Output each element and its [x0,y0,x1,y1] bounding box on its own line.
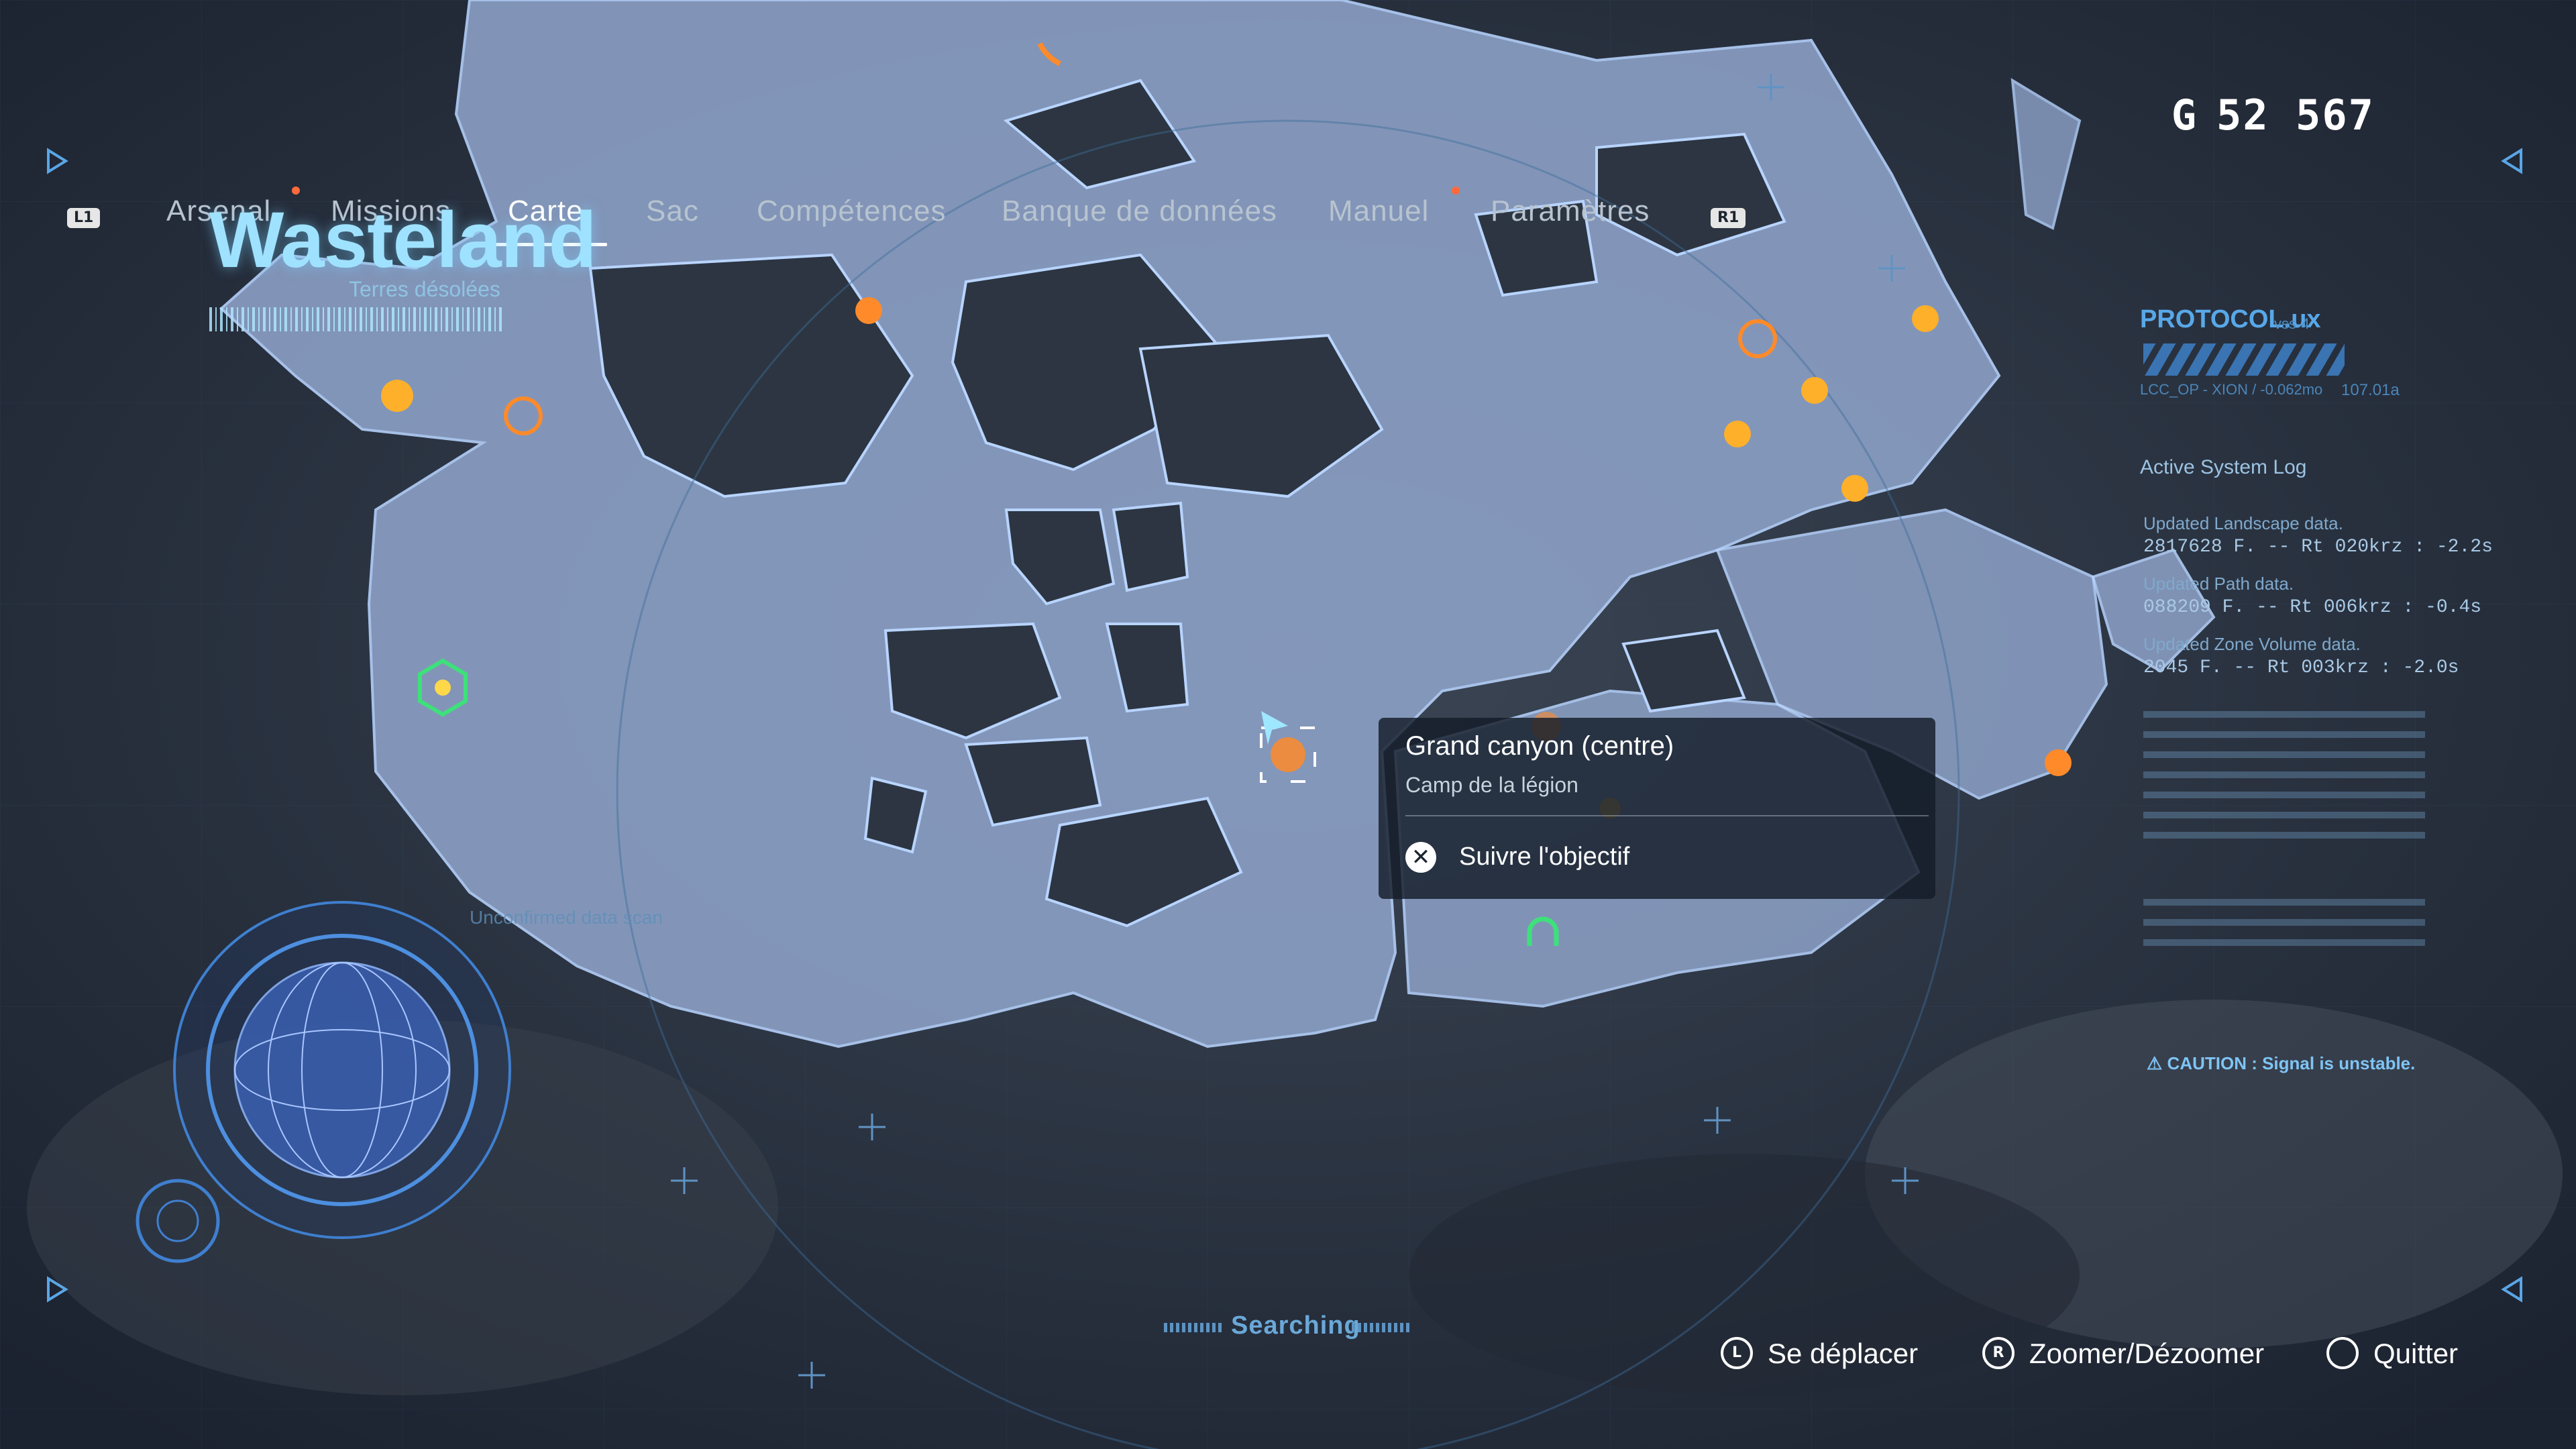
protocol-meta-value: 107.01a [2341,381,2400,399]
tab-parametres[interactable]: Paramètres [1491,195,1650,228]
tab-sac[interactable]: Sac [646,195,699,228]
log-noise-line [2143,792,2425,798]
track-objective-label: Suivre l'objectif [1459,843,1630,871]
location-title: Grand canyon (centre) [1405,731,1674,761]
currency-amount: 52 567 [2216,91,2375,140]
log-entry-value: 2045 F. -- Rt 003krz : -2.0s [2143,657,2459,678]
notification-dot [1452,186,1460,195]
currency-display: G 52 567 [2171,91,2375,140]
log-noise-line [2143,919,2425,926]
log-noise-line [2143,731,2425,738]
notification-dot [292,186,300,195]
caution-text: CAUTION : Signal is unstable. [2167,1053,2416,1073]
l1-button-hint: L1 [67,208,101,228]
item-icon [1841,475,1868,502]
left-stick-icon: L [1721,1337,1753,1369]
item-icon [1801,377,1828,404]
log-noise-line [2143,939,2425,946]
region-barcode [209,307,504,331]
currency-symbol: G [2171,91,2198,140]
log-entry-value: 2817628 F. -- Rt 020krz : -2.2s [2143,537,2493,557]
item-icon [1724,421,1751,447]
searching-bar-left [1164,1323,1224,1332]
region-name: Wasteland [209,196,597,284]
log-noise-line [2143,812,2425,818]
campfire-icon [2045,749,2072,776]
tab-manuel[interactable]: Manuel [1328,195,1429,228]
log-noise-line [2143,832,2425,839]
control-quit-label: Quitter [2373,1338,2459,1369]
circle-button-icon [2326,1337,2359,1369]
log-noise-line [2143,771,2425,778]
tab-competences[interactable]: Compétences [757,195,946,228]
r1-button-hint: R1 [1711,208,1746,228]
control-zoom-label: Zoomer/Dézoomer [2029,1338,2265,1369]
log-noise-line [2143,711,2425,718]
right-stick-icon: R [1982,1337,2015,1369]
log-entry-label: Updated Zone Volume data. [2143,634,2361,654]
caution-warning: ⚠ CAUTION : Signal is unstable. [2147,1053,2416,1073]
protocol-stripe-bar [2143,343,2345,376]
campfire-icon [855,297,882,324]
tooltip-divider [1405,815,1929,816]
tab-banque-de-donnees[interactable]: Banque de données [1002,195,1277,228]
log-entry-label: Updated Path data. [2143,574,2294,594]
cross-button-icon: ✕ [1405,842,1436,873]
item-icon [1912,305,1939,332]
region-subtitle: Terres désolées [349,277,500,301]
searching-bar-right [1352,1323,1412,1332]
item-icon [381,380,413,412]
protocol-meta: LCC_OP - XION / -0.062mo [2140,381,2323,398]
location-tooltip: Grand canyon (centre) Camp de la légion … [1379,718,1935,899]
log-entry-value: 088209 F. -- Rt 006krz : -0.4s [2143,597,2482,618]
unconfirmed-scan-label: Unconfirmed data scan [470,907,663,928]
log-entry-label: Updated Landscape data. [2143,513,2343,533]
log-noise-line [2143,751,2425,758]
control-move-label: Se déplacer [1768,1338,1919,1369]
log-noise-line [2143,899,2425,906]
searching-status: Searching [1231,1311,1360,1340]
protocol-version: vss-4 [2274,315,2310,332]
system-log-title: Active System Log [2140,456,2307,478]
location-subtitle: Camp de la légion [1405,773,1578,797]
